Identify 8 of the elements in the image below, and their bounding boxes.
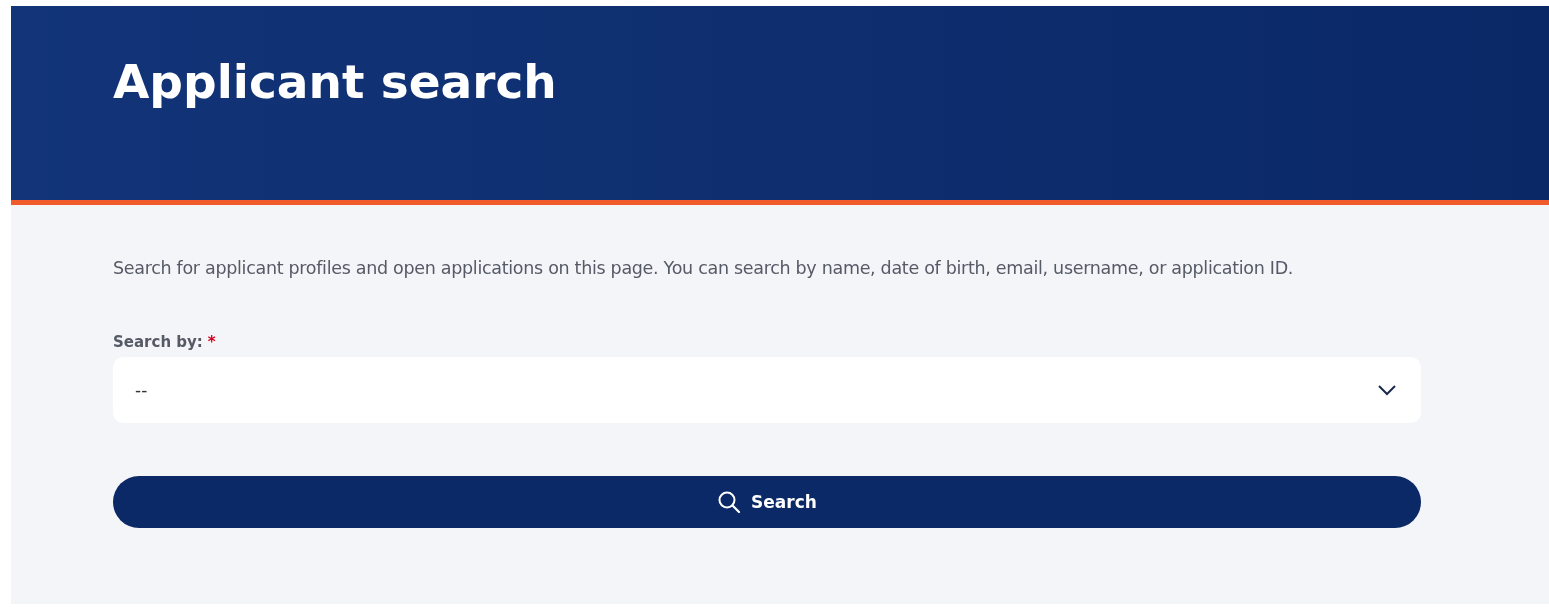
- search-by-dropdown[interactable]: --: [113, 357, 1421, 423]
- search-icon: [717, 490, 742, 514]
- page-title: Applicant search: [113, 53, 557, 110]
- chevron-down-icon: [1377, 384, 1397, 396]
- required-mark: *: [207, 333, 216, 351]
- intro-text: Search for applicant profiles and open applications on this page. You can search by name, date of birth, email, username, or application ID.: [113, 257, 1295, 280]
- search-button[interactable]: Search: [113, 476, 1421, 528]
- field-label: Search by:: [113, 333, 203, 351]
